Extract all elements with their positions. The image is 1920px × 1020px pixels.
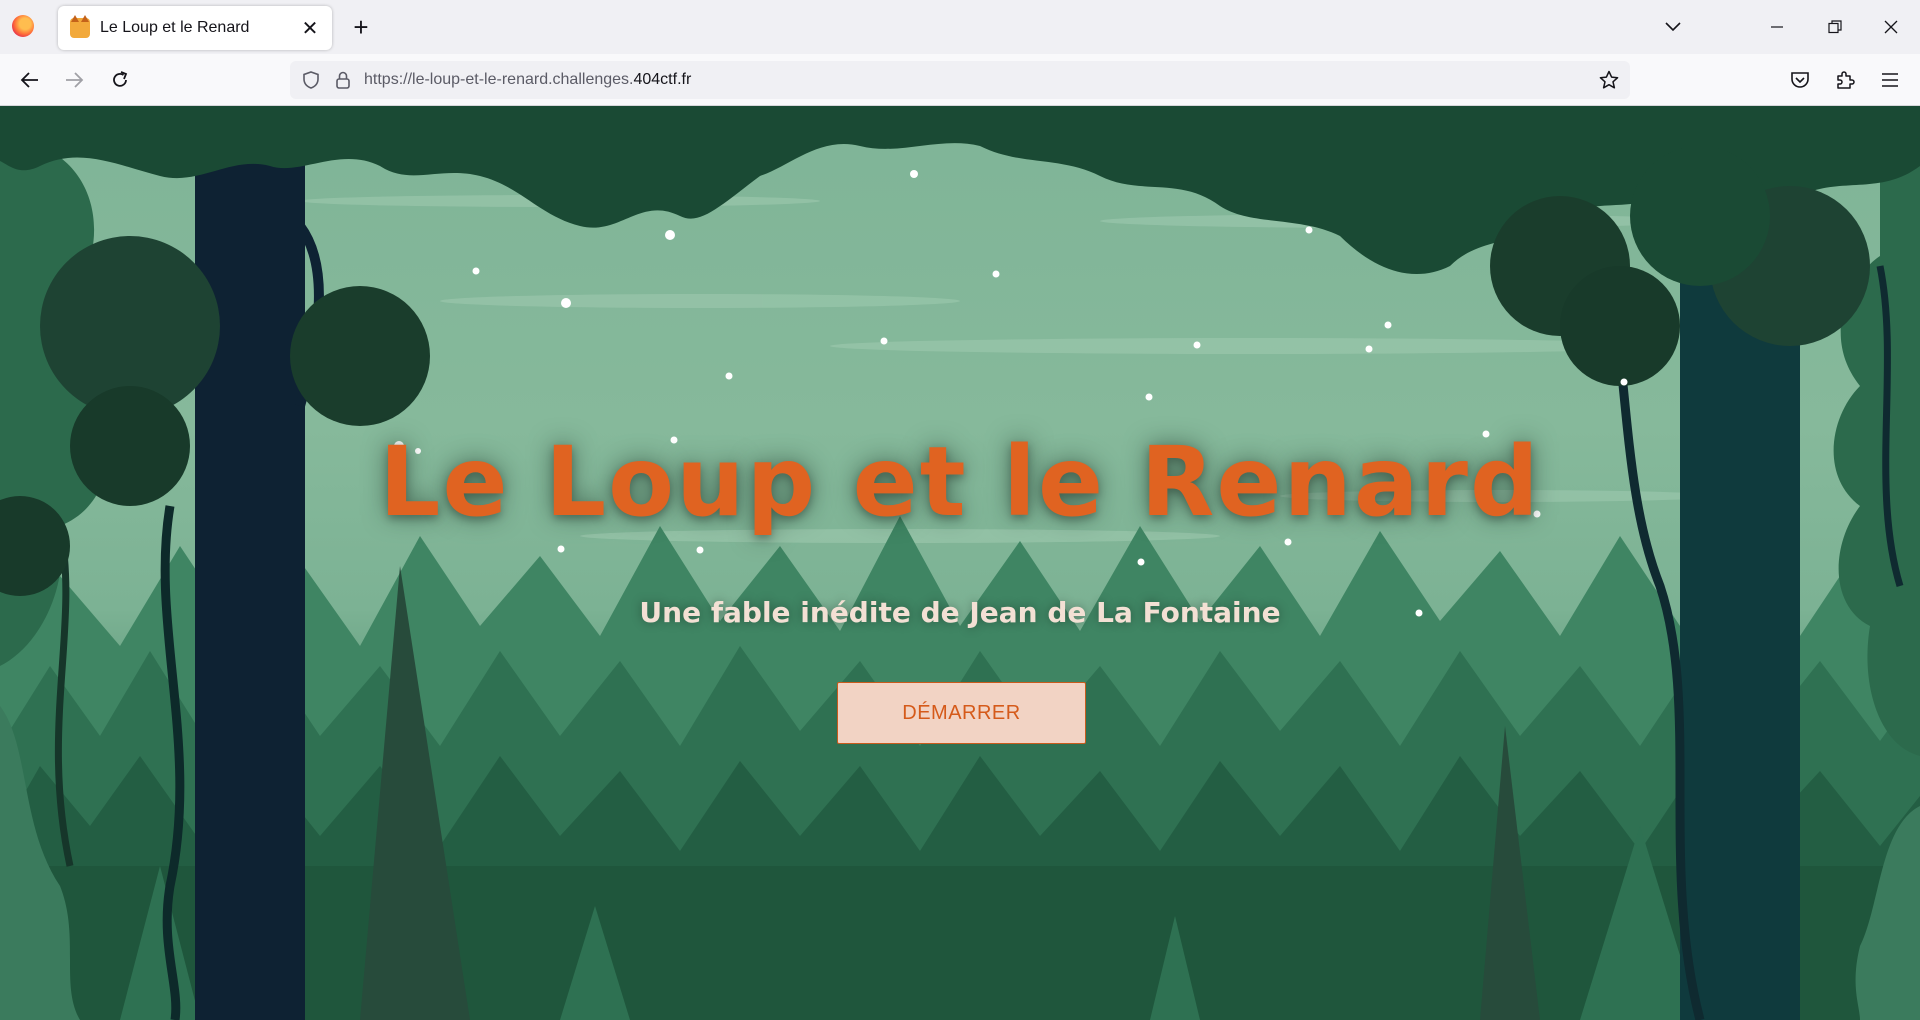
url-text[interactable]: https://le-loup-et-le-renard.challenges.…: [364, 71, 691, 89]
tab-title: Le Loup et le Renard: [100, 19, 250, 36]
extensions-icon[interactable]: [1829, 64, 1861, 96]
reload-icon[interactable]: [104, 64, 136, 96]
menu-hamburger-icon[interactable]: [1874, 64, 1906, 96]
new-tab-button[interactable]: +: [346, 12, 376, 42]
close-window-icon[interactable]: [1876, 12, 1906, 42]
start-button[interactable]: DÉMARRER: [837, 682, 1086, 744]
tab-close-icon[interactable]: ✕: [296, 14, 324, 42]
lock-icon[interactable]: [330, 67, 356, 93]
fox-favicon-icon: [70, 15, 90, 38]
tab-bar: Le Loup et le Renard ✕ +: [0, 0, 1920, 54]
page-title: Le Loup et le Renard: [379, 426, 1541, 538]
browser-tab[interactable]: Le Loup et le Renard ✕: [58, 6, 332, 50]
list-all-tabs-icon[interactable]: [1658, 12, 1688, 42]
address-bar[interactable]: https://le-loup-et-le-renard.challenges.…: [290, 61, 1630, 99]
pocket-icon[interactable]: [1784, 64, 1816, 96]
restore-icon[interactable]: [1820, 12, 1850, 42]
page-subtitle: Une fable inédite de Jean de La Fontaine: [639, 596, 1281, 629]
back-arrow-icon[interactable]: [14, 64, 46, 96]
minimize-icon[interactable]: [1762, 12, 1792, 42]
forward-arrow-icon[interactable]: [58, 64, 90, 96]
forest-background: [0, 106, 1920, 1020]
shield-icon[interactable]: [298, 67, 324, 93]
firefox-icon[interactable]: [12, 15, 34, 37]
page-viewport: Le Loup et le Renard Une fable inédite d…: [0, 106, 1920, 1020]
navigation-bar: https://le-loup-et-le-renard.challenges.…: [0, 54, 1920, 106]
bookmark-star-icon[interactable]: [1596, 67, 1622, 93]
